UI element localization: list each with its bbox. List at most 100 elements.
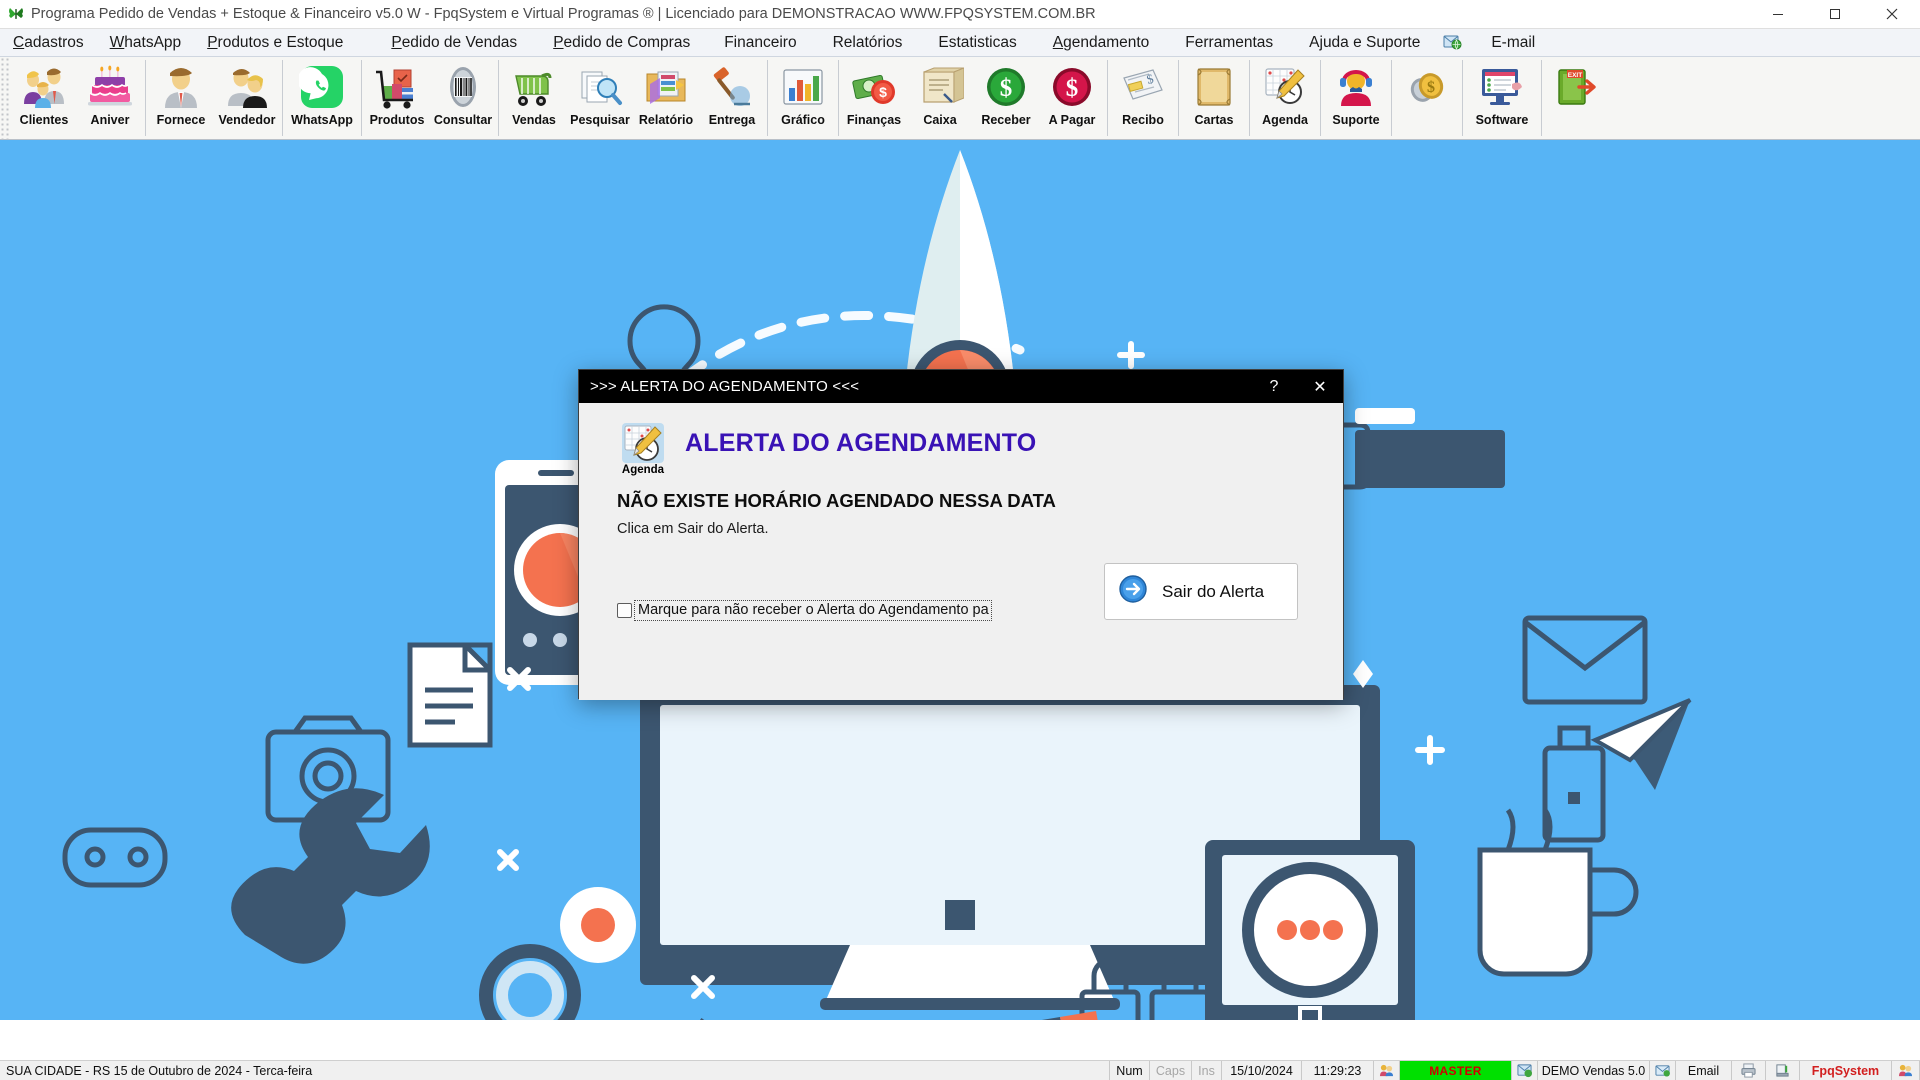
- toolbar-button-caixa[interactable]: Caixa: [907, 57, 973, 139]
- sair-do-alerta-label: Sair do Alerta: [1162, 581, 1265, 601]
- barcode-icon: [437, 62, 489, 112]
- brand-icon: [1892, 1061, 1920, 1080]
- toolbar-group-vendas: Vendas Pesquisar Relatório Entrega: [501, 57, 765, 139]
- menu-item-whatsapp[interactable]: WhatsApp: [97, 32, 195, 54]
- toolbar-separator: [145, 60, 146, 136]
- toolbar-separator: [361, 60, 362, 136]
- status-email: Email: [1676, 1061, 1732, 1080]
- menu-bar: CCadastrosadastros WhatsApp Produtos e E…: [0, 29, 1920, 57]
- svg-text:$: $: [1000, 75, 1013, 102]
- toolbar-button-vendas[interactable]: Vendas: [501, 57, 567, 139]
- toolbar-group-whatsapp: WhatsApp: [285, 57, 359, 139]
- demo-icon: [1512, 1061, 1538, 1080]
- maximize-button[interactable]: [1806, 0, 1863, 29]
- status-ins: Ins: [1192, 1061, 1222, 1080]
- toolbar-label: Aniver: [90, 113, 130, 127]
- toolbar-button-financas[interactable]: $ Finanças: [841, 57, 907, 139]
- menu-item-financeiro[interactable]: Financeiro: [711, 32, 809, 54]
- menu-item-agendamento[interactable]: Agendamento: [1040, 32, 1163, 54]
- status-demo: DEMO Vendas 5.0: [1538, 1061, 1650, 1080]
- dialog-icon-caption: Agenda: [621, 464, 665, 476]
- menu-item-estatisticas[interactable]: Estatisticas: [925, 32, 1029, 54]
- close-button[interactable]: [1863, 0, 1920, 29]
- toolbar-button-suporte[interactable]: Suporte: [1323, 57, 1389, 139]
- dialog-header-row: Agenda ALERTA DO AGENDAMENTO: [579, 403, 1343, 476]
- menu-item-ferramentas[interactable]: Ferramentas: [1172, 32, 1286, 54]
- toolbar-button-aniver[interactable]: Aniver: [77, 57, 143, 139]
- toolbar-label: Produtos: [369, 113, 425, 127]
- toolbar-button-vendedor[interactable]: Vendedor: [214, 57, 280, 139]
- dialog-message: NÃO EXISTE HORÁRIO AGENDADO NESSA DATA: [617, 490, 1056, 511]
- toolbar-label: A Pagar: [1048, 113, 1096, 127]
- toolbar-button-coins[interactable]: $: [1394, 57, 1460, 139]
- toolbar-label: Fornece: [156, 113, 206, 127]
- agenda-calendar-icon: Agenda: [617, 421, 669, 476]
- menu-item-email[interactable]: E-mail: [1478, 32, 1548, 54]
- suppress-alert-checkbox-row[interactable]: Marque para não receber o Alerta do Agen…: [617, 600, 992, 621]
- dialog-title-bar[interactable]: >>> ALERTA DO AGENDAMENTO <<< ? ✕: [579, 370, 1343, 403]
- toolbar-group-cadastros: Clientes Aniver: [11, 57, 143, 139]
- status-date: 15/10/2024: [1222, 1061, 1302, 1080]
- dialog-help-button[interactable]: ?: [1251, 370, 1297, 403]
- minimize-button[interactable]: [1749, 0, 1806, 29]
- report-folder-icon: [640, 62, 692, 112]
- toolbar-button-receber[interactable]: $ Receber: [973, 57, 1039, 139]
- toolbar-label: Finanças: [846, 113, 902, 127]
- scanner-icon[interactable]: [1766, 1061, 1800, 1080]
- toolbar-label: Vendas: [512, 113, 556, 127]
- toolbar-button-agenda[interactable]: Agenda: [1252, 57, 1318, 139]
- status-brand: FpqSystem: [1800, 1061, 1892, 1080]
- menu-item-cadastros[interactable]: CCadastrosadastros: [0, 32, 97, 54]
- menu-item-relatorios[interactable]: Relatórios: [820, 32, 916, 54]
- toolbar-label: Consultar: [433, 113, 493, 127]
- dialog-heading: ALERTA DO AGENDAMENTO: [685, 429, 1037, 457]
- products-cart-icon: [371, 62, 423, 112]
- window-controls: [1749, 0, 1920, 29]
- menu-item-produtos-estoque[interactable]: Produtos e Estoque: [194, 32, 356, 54]
- toolbar-group-sair: EXIT: [1544, 57, 1610, 139]
- coins-icon: $: [1401, 62, 1453, 112]
- toolbar-button-entrega[interactable]: Entrega: [699, 57, 765, 139]
- alert-dialog: >>> ALERTA DO AGENDAMENTO <<< ? ✕ Agenda…: [578, 369, 1344, 700]
- printer-icon[interactable]: [1732, 1061, 1766, 1080]
- toolbar-button-relatorio[interactable]: Relatório: [633, 57, 699, 139]
- support-headset-icon: [1330, 62, 1382, 112]
- toolbar-button-fornece[interactable]: Fornece: [148, 57, 214, 139]
- toolbar-button-software[interactable]: Software: [1465, 57, 1539, 139]
- toolbar-group-agenda: Agenda: [1252, 57, 1318, 139]
- menu-item-ajuda-suporte[interactable]: Ajuda e Suporte: [1296, 32, 1433, 54]
- toolbar-button-whatsapp[interactable]: WhatsApp: [285, 57, 359, 139]
- toolbar-button-pesquisar[interactable]: Pesquisar: [567, 57, 633, 139]
- toolbar-button-exit[interactable]: EXIT: [1544, 57, 1610, 139]
- toolbar-button-consultar[interactable]: Consultar: [430, 57, 496, 139]
- toolbar-button-produtos[interactable]: Produtos: [364, 57, 430, 139]
- suppress-alert-label: Marque para não receber o Alerta do Agen…: [634, 600, 992, 621]
- email-icon: [1650, 1061, 1676, 1080]
- toolbar-button-a-pagar[interactable]: $ A Pagar: [1039, 57, 1105, 139]
- toolbar-separator: [1320, 60, 1321, 136]
- toolbar-label: Gráfico: [781, 113, 825, 127]
- toolbar-grip[interactable]: [0, 57, 11, 139]
- toolbar-label: Entrega: [708, 113, 756, 127]
- suppress-alert-checkbox[interactable]: [617, 603, 632, 618]
- toolbar-group-cartas: Cartas: [1181, 57, 1247, 139]
- toolbar-button-grafico[interactable]: Gráfico: [770, 57, 836, 139]
- toolbar-button-clientes[interactable]: Clientes: [11, 57, 77, 139]
- toolbar-label: Caixa: [923, 113, 957, 127]
- toolbar-separator: [1249, 60, 1250, 136]
- toolbar-label: Agenda: [1262, 113, 1308, 127]
- supplier-person-icon: [155, 62, 207, 112]
- toolbar-group-moedas: $: [1394, 57, 1460, 139]
- menu-item-pedido-vendas[interactable]: Pedido de Vendas: [378, 32, 530, 54]
- people-icon: [1374, 1061, 1400, 1080]
- bar-chart-icon: [777, 62, 829, 112]
- toolbar-label: Clientes: [19, 113, 69, 127]
- toolbar-separator: [838, 60, 839, 136]
- menu-item-pedido-compras[interactable]: Pedido de Compras: [540, 32, 703, 54]
- globe-mail-icon[interactable]: [1433, 33, 1472, 52]
- dialog-submessage: Clica em Sair do Alerta.: [617, 521, 769, 537]
- toolbar-button-cartas[interactable]: Cartas: [1181, 57, 1247, 139]
- dialog-close-button[interactable]: ✕: [1297, 370, 1343, 403]
- toolbar-button-recibo[interactable]: $ Recibo: [1110, 57, 1176, 139]
- sair-do-alerta-button[interactable]: Sair do Alerta: [1104, 563, 1298, 620]
